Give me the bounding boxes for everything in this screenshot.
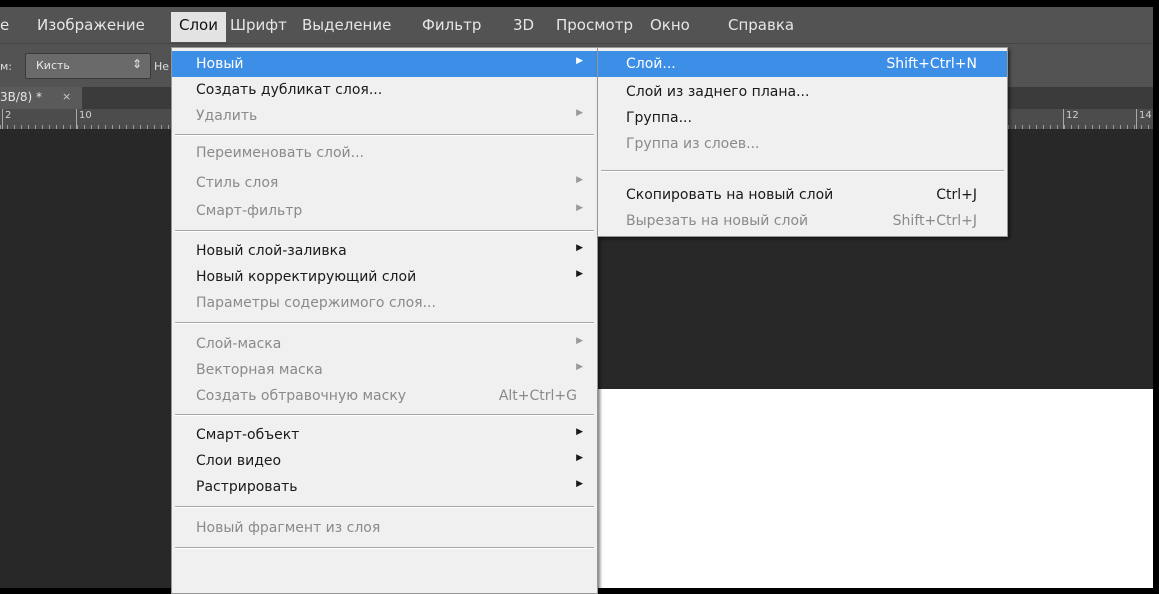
- menu-item-label: Скопировать на новый слой: [626, 187, 834, 203]
- menu-item-label: Слои видео: [196, 453, 282, 469]
- menu-item-label: Слой из заднего плана...: [626, 84, 810, 100]
- menu-item-vector-mask: Векторная маска ▶: [172, 357, 597, 383]
- menu-item-label: Смарт-объект: [196, 427, 300, 443]
- menu-item-smart-filter: Смарт-фильтр ▶: [172, 198, 597, 224]
- menu-item-label: Переименовать слой...: [196, 145, 364, 161]
- menu-select[interactable]: Выделение: [302, 16, 391, 34]
- menu-separator: [175, 134, 594, 136]
- document-tab[interactable]: 3B/8) * ×: [0, 87, 82, 109]
- submenu-arrow-icon: ▶: [576, 203, 583, 213]
- document-canvas[interactable]: [597, 389, 1153, 588]
- menu-item-label: Создать дубликат слоя...: [196, 82, 383, 98]
- menu-item-layer-style: Стиль слоя ▶: [172, 170, 597, 196]
- document-tab-title: 3B/8) *: [0, 90, 43, 104]
- submenu-item-group[interactable]: Группа...: [598, 105, 1007, 131]
- menu-separator: [175, 547, 594, 549]
- menu-item-label: Группа...: [626, 110, 692, 126]
- menu-help[interactable]: Справка: [728, 16, 794, 34]
- submenu-item-layer-via-cut: Вырезать на новый слой Shift+Ctrl+J: [598, 208, 1007, 234]
- ruler-label: 10: [79, 110, 92, 121]
- menu-filter[interactable]: Фильтр: [422, 16, 481, 34]
- menu-bar: е Изображение Слои Шрифт Выделение Фильт…: [0, 7, 1153, 43]
- layer-menu: Новый ▶ Создать дубликат слоя... Удалить…: [171, 47, 598, 594]
- menu-item-rename-layer: Переименовать слой...: [172, 140, 597, 166]
- submenu-item-group-from-layers: Группа из слоев...: [598, 131, 1007, 157]
- ruler-tick: [1136, 109, 1137, 129]
- menu-item-delete: Удалить ▶: [172, 103, 597, 129]
- menu-item-label: Слой-маска: [196, 336, 282, 352]
- brush-mode-select[interactable]: Кисть ⇕: [25, 53, 151, 79]
- menu-item-label: Удалить: [196, 108, 258, 124]
- menu-item-new-slice-from-layer: Новый фрагмент из слоя: [172, 515, 597, 541]
- brush-mode-value: Кисть: [36, 59, 70, 72]
- menu-item-label: Новый корректирующий слой: [196, 269, 417, 285]
- menu-item-layer-mask: Слой-маска ▶: [172, 331, 597, 357]
- submenu-arrow-icon: ▶: [576, 479, 583, 489]
- submenu-item-layer[interactable]: Слой... Shift+Ctrl+N: [598, 51, 1007, 77]
- menu-item-label: Новый: [196, 56, 244, 72]
- menu-item-shortcut: Shift+Ctrl+N: [886, 56, 977, 72]
- menu-item-new-adjustment-layer[interactable]: Новый корректирующий слой ▶: [172, 264, 597, 290]
- menu-item-create-clipping-mask: Создать обтравочную маску Alt+Ctrl+G: [172, 383, 597, 409]
- menu-item-label: Стиль слоя: [196, 175, 279, 191]
- ruler-tick: [76, 109, 77, 129]
- menu-item-layer-content-options: Параметры содержимого слоя...: [172, 290, 597, 316]
- menu-item-label: Группа из слоев...: [626, 136, 760, 152]
- submenu-arrow-icon: ▶: [576, 56, 583, 66]
- submenu-arrow-icon: ▶: [576, 427, 583, 437]
- menu-item-shortcut: Ctrl+J: [936, 187, 977, 203]
- submenu-item-layer-via-copy[interactable]: Скопировать на новый слой Ctrl+J: [598, 182, 1007, 208]
- ruler-label: 14: [1139, 110, 1152, 121]
- submenu-item-layer-from-background[interactable]: Слой из заднего плана...: [598, 79, 1007, 105]
- close-icon[interactable]: ×: [62, 90, 71, 103]
- menu-item-shortcut: Shift+Ctrl+J: [892, 213, 977, 229]
- mode-label: м:: [0, 60, 13, 73]
- menu-view[interactable]: Просмотр: [556, 16, 633, 34]
- menu-item-label: Новый фрагмент из слоя: [196, 520, 381, 536]
- menu-item-shortcut: Alt+Ctrl+G: [498, 388, 577, 404]
- menu-item-label: Вырезать на новый слой: [626, 213, 809, 229]
- menu-separator: [601, 170, 1004, 172]
- menu-item-new-fill-layer[interactable]: Новый слой-заливка ▶: [172, 238, 597, 264]
- menu-item-video-layers[interactable]: Слои видео ▶: [172, 448, 597, 474]
- menu-separator: [175, 322, 594, 324]
- ruler-tick: [2, 109, 3, 129]
- menu-type[interactable]: Шрифт: [230, 16, 287, 34]
- menu-image[interactable]: Изображение: [37, 16, 145, 34]
- options-next-label: Не: [154, 60, 170, 73]
- submenu-arrow-icon: ▶: [576, 175, 583, 185]
- menu-separator: [175, 414, 594, 416]
- menu-separator: [175, 506, 594, 508]
- menu-layers[interactable]: Слои: [171, 12, 226, 42]
- menu-item-label: Параметры содержимого слоя...: [196, 295, 436, 311]
- ruler-label: 2: [5, 110, 12, 121]
- submenu-arrow-icon: ▶: [576, 336, 583, 346]
- menu-partial-item[interactable]: е: [0, 16, 9, 34]
- submenu-arrow-icon: ▶: [576, 243, 583, 253]
- menu-item-new[interactable]: Новый ▶: [172, 51, 597, 77]
- menu-item-smart-object[interactable]: Смарт-объект ▶: [172, 422, 597, 448]
- submenu-arrow-icon: ▶: [576, 362, 583, 372]
- submenu-arrow-icon: ▶: [576, 108, 583, 118]
- submenu-arrow-icon: ▶: [576, 269, 583, 279]
- ruler-tick: [1063, 109, 1064, 129]
- updown-arrows-icon: ⇕: [131, 57, 142, 71]
- menu-separator: [175, 230, 594, 232]
- menu-item-rasterize[interactable]: Растрировать ▶: [172, 474, 597, 500]
- submenu-arrow-icon: ▶: [576, 453, 583, 463]
- new-submenu: Слой... Shift+Ctrl+N Слой из заднего пла…: [597, 47, 1008, 237]
- menu-item-label: Слой...: [626, 56, 676, 72]
- ruler-label: 12: [1066, 110, 1079, 121]
- menu-item-label: Создать обтравочную маску: [196, 388, 407, 404]
- menu-item-label: Растрировать: [196, 479, 298, 495]
- menu-item-duplicate-layer[interactable]: Создать дубликат слоя...: [172, 77, 597, 103]
- menu-item-label: Векторная маска: [196, 362, 323, 378]
- menu-window[interactable]: Окно: [650, 16, 690, 34]
- menu-item-label: Новый слой-заливка: [196, 243, 347, 259]
- menu-3d[interactable]: 3D: [513, 16, 534, 34]
- menu-item-label: Смарт-фильтр: [196, 203, 303, 219]
